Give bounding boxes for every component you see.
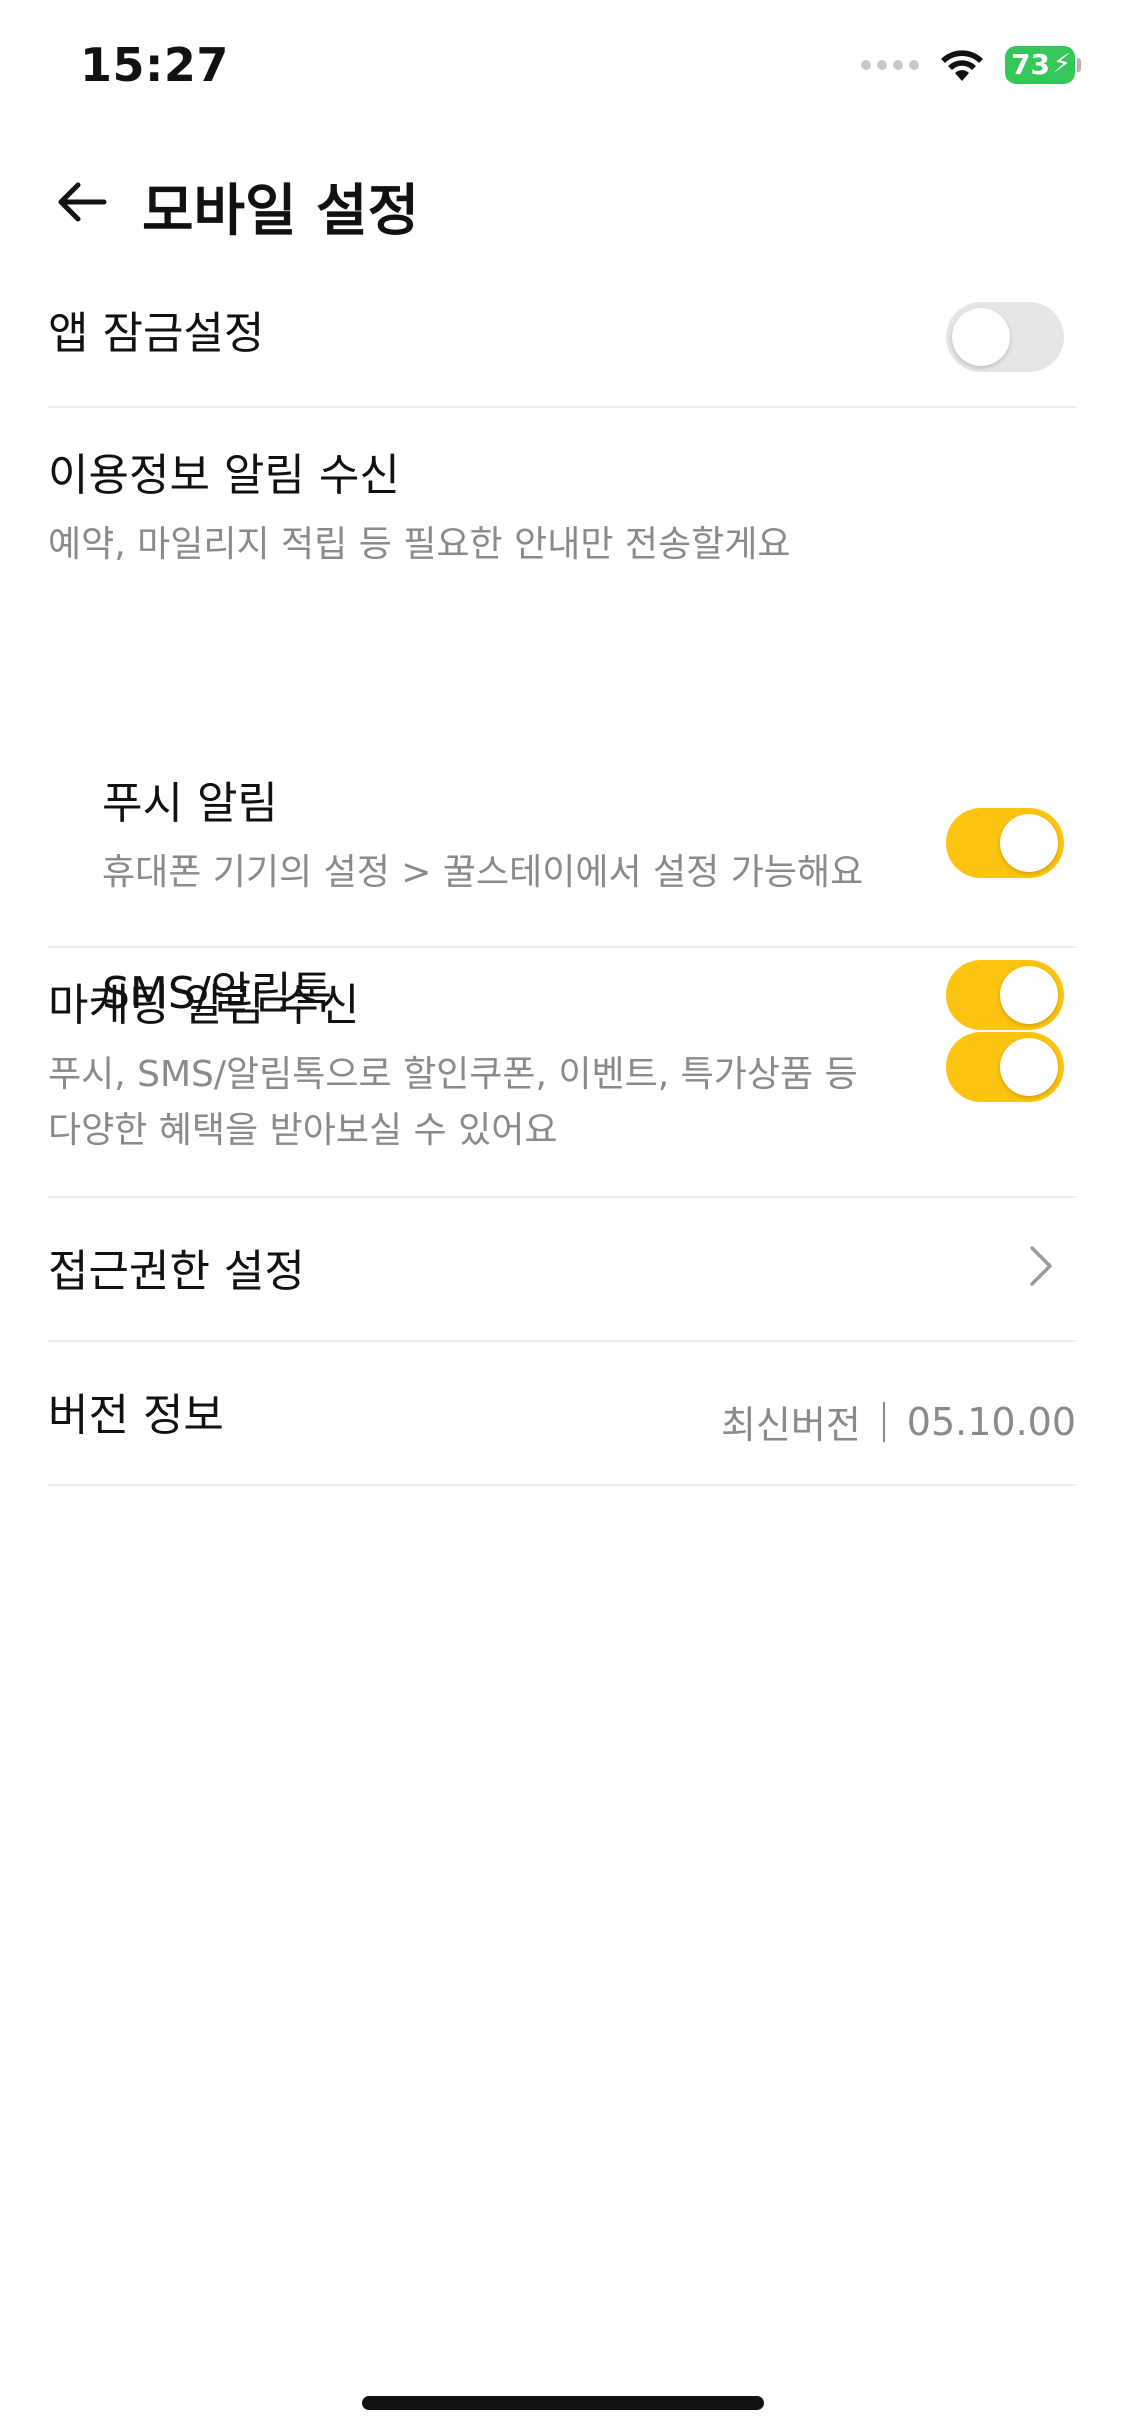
version-label: 버전 정보 <box>48 1390 224 1441</box>
usage-notifications-description: 예약, 마일리지 적립 등 필요한 안내만 전송할게요 <box>48 523 791 565</box>
header: 모바일 설정 <box>0 150 1125 250</box>
battery-level: 73 <box>1011 48 1050 81</box>
back-button[interactable] <box>52 172 112 232</box>
toggle-knob <box>1000 1038 1058 1096</box>
push-notification-toggle[interactable] <box>946 808 1064 878</box>
permissions-label: 접근권한 설정 <box>48 1246 305 1297</box>
version-divider <box>882 1401 885 1442</box>
usage-notifications-title: 이용정보 알림 수신 <box>48 450 400 501</box>
toggle-knob <box>1000 814 1058 872</box>
status-time: 15:27 <box>80 38 229 92</box>
status-indicators: 73 ⚡ <box>861 46 1081 84</box>
settings-list: 앱 잠금설정 이용정보 알림 수신 예약, 마일리지 적립 등 필요한 안내만 … <box>48 270 1076 1030</box>
toggle-knob <box>952 308 1010 366</box>
marketing-description-line2: 다양한 혜택을 받아보실 수 있어요 <box>48 1109 558 1151</box>
cellular-signal-icon <box>861 60 919 70</box>
settings-list-lower: 마케팅 알림 수신 푸시, SMS/알림톡으로 할인쿠폰, 이벤트, 특가상품 … <box>48 942 1076 1486</box>
version-status: 최신버전 <box>720 1403 861 1447</box>
app-lock-row: 앱 잠금설정 <box>48 270 1076 408</box>
page-title: 모바일 설정 <box>142 179 420 244</box>
version-info: 최신버전 05.10.00 <box>721 1394 1076 1449</box>
app-lock-label: 앱 잠금설정 <box>48 308 265 359</box>
wifi-icon <box>939 47 985 83</box>
marketing-notifications-description: 푸시, SMS/알림톡으로 할인쿠폰, 이벤트, 특가상품 등 다양한 혜택을 … <box>48 1047 858 1159</box>
marketing-notifications-text: 마케팅 알림 수신 푸시, SMS/알림톡으로 할인쿠폰, 이벤트, 특가상품 … <box>48 980 858 1158</box>
push-notification-row: 푸시 알림 휴대폰 기기의 설정 > 꿀스테이에서 설정 가능해요 <box>102 778 863 901</box>
marketing-notifications-row: 마케팅 알림 수신 푸시, SMS/알림톡으로 할인쿠폰, 이벤트, 특가상품 … <box>48 942 1076 1198</box>
charging-bolt-icon: ⚡ <box>1052 49 1071 79</box>
app-lock-toggle[interactable] <box>946 302 1064 372</box>
marketing-notifications-title: 마케팅 알림 수신 <box>48 980 360 1031</box>
arrow-left-icon <box>58 182 107 222</box>
usage-notifications-section: 이용정보 알림 수신 예약, 마일리지 적립 등 필요한 안내만 전송할게요 푸… <box>48 408 1076 1030</box>
push-notification-description: 휴대폰 기기의 설정 > 꿀스테이에서 설정 가능해요 <box>102 851 864 893</box>
marketing-notifications-toggle[interactable] <box>946 1032 1064 1102</box>
version-number: 05.10.00 <box>906 1399 1076 1444</box>
push-notification-title: 푸시 알림 <box>102 778 278 829</box>
battery-icon: 73 ⚡ <box>1005 46 1081 84</box>
permissions-row[interactable]: 접근권한 설정 <box>48 1198 1076 1342</box>
chevron-right-icon <box>1026 1244 1056 1292</box>
status-bar: 15:27 73 ⚡ <box>0 0 1125 130</box>
marketing-description-line1: 푸시, SMS/알림톡으로 할인쿠폰, 이벤트, 특가상품 등 <box>48 1053 858 1095</box>
home-indicator <box>362 2396 764 2410</box>
version-row: 버전 정보 최신버전 05.10.00 <box>48 1342 1076 1486</box>
usage-notifications-header: 이용정보 알림 수신 예약, 마일리지 적립 등 필요한 안내만 전송할게요 <box>48 450 791 573</box>
